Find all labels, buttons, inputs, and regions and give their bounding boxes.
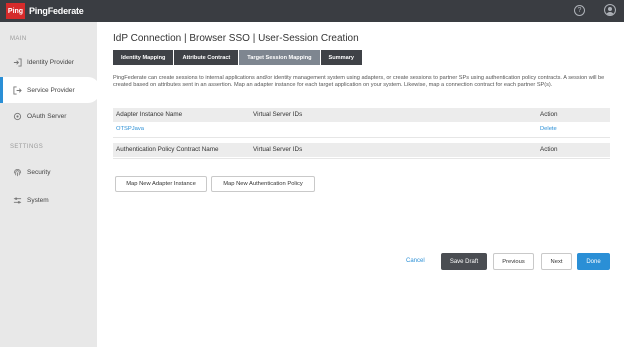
divider <box>113 158 610 159</box>
sidebar-section-main: MAIN <box>10 36 27 42</box>
save-draft-button[interactable]: Save Draft <box>441 253 487 270</box>
sidebar-item-label: System <box>27 196 49 204</box>
column-header-adapter-name: Adapter Instance Name <box>116 111 183 118</box>
sidebar-item-system[interactable]: System <box>0 187 97 213</box>
tab-identity-mapping[interactable]: Identity Mapping <box>113 50 174 65</box>
adapter-instance-link[interactable]: OTSPJava <box>116 122 144 136</box>
sidebar-item-label: Service Provider <box>27 86 75 94</box>
logo-mark: Ping <box>6 3 25 19</box>
page-description: PingFederate can create sessions to inte… <box>113 75 605 89</box>
sliders-icon <box>12 195 22 205</box>
sidebar-item-label: Security <box>27 168 51 176</box>
top-bar: Ping PingFederate ? <box>0 0 624 22</box>
sidebar: MAIN Identity Provider Service Provider … <box>0 22 100 347</box>
sidebar-section-settings: SETTINGS <box>10 144 44 150</box>
map-new-adapter-instance-button[interactable]: Map New Adapter Instance <box>115 176 207 192</box>
cancel-button[interactable]: Cancel <box>406 258 425 264</box>
fingerprint-icon <box>12 167 22 177</box>
delete-link[interactable]: Delete <box>540 122 557 136</box>
next-button[interactable]: Next <box>541 253 572 270</box>
column-header-policy-name: Authentication Policy Contract Name <box>116 146 219 153</box>
sidebar-item-identity-provider[interactable]: Identity Provider <box>0 49 97 75</box>
column-header-virtual-server-ids: Virtual Server IDs <box>253 111 303 118</box>
tab-summary[interactable]: Summary <box>320 50 363 65</box>
divider <box>113 137 610 138</box>
logo-text: PingFederate <box>29 6 84 16</box>
tab-attribute-contract[interactable]: Attribute Contract <box>174 50 239 65</box>
column-header-virtual-server-ids: Virtual Server IDs <box>253 146 303 153</box>
sidebar-item-security[interactable]: Security <box>0 159 97 185</box>
column-header-action: Action <box>540 146 558 153</box>
wizard-tabs: Identity Mapping Attribute Contract Targ… <box>113 50 363 65</box>
sidebar-item-oauth-server[interactable]: OAuth Server <box>0 103 97 129</box>
column-header-action: Action <box>540 111 558 118</box>
table-row: OTSPJava Delete <box>113 122 610 136</box>
pingfederate-logo[interactable]: Ping PingFederate <box>6 3 84 19</box>
sign-out-icon <box>12 85 22 95</box>
user-icon[interactable] <box>604 4 616 16</box>
map-new-authentication-policy-button[interactable]: Map New Authentication Policy <box>211 176 315 192</box>
sidebar-item-service-provider[interactable]: Service Provider <box>0 77 100 103</box>
sidebar-item-label: OAuth Server <box>27 112 67 120</box>
policy-table-header: Authentication Policy Contract Name Virt… <box>113 143 610 157</box>
help-icon[interactable]: ? <box>574 5 585 16</box>
previous-button[interactable]: Previous <box>493 253 534 270</box>
page-title: IdP Connection | Browser SSO | User-Sess… <box>113 33 359 44</box>
adapter-table-header: Adapter Instance Name Virtual Server IDs… <box>113 108 610 122</box>
sign-in-icon <box>12 57 22 67</box>
tab-target-session-mapping[interactable]: Target Session Mapping <box>239 50 320 65</box>
oauth-icon <box>12 111 22 121</box>
done-button[interactable]: Done <box>577 253 610 270</box>
sidebar-item-label: Identity Provider <box>27 58 74 66</box>
